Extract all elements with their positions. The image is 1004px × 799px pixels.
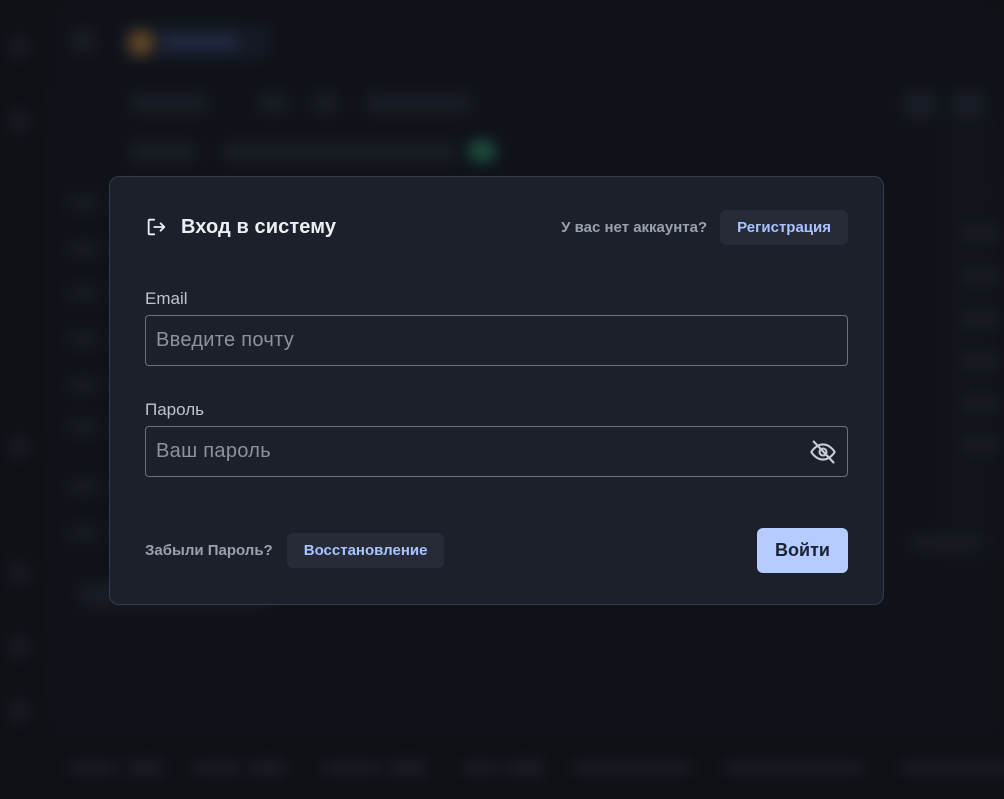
login-icon xyxy=(147,218,166,236)
login-modal: Вход в систему У вас нет аккаунта? Регис… xyxy=(109,176,884,605)
register-group: У вас нет аккаунта? Регистрация xyxy=(561,209,848,245)
toggle-password-visibility-button[interactable] xyxy=(809,438,837,466)
password-input[interactable] xyxy=(146,427,847,476)
login-submit-button[interactable]: Войти xyxy=(757,527,848,573)
no-account-text: У вас нет аккаунта? xyxy=(561,218,708,236)
modal-header: Вход в систему У вас нет аккаунта? Регис… xyxy=(145,209,848,245)
restore-password-button[interactable]: Восстановление xyxy=(286,532,445,568)
password-field-wrapper xyxy=(145,426,848,477)
modal-footer: Забыли Пароль? Восстановление Войти xyxy=(145,527,848,573)
eye-off-icon xyxy=(810,440,836,464)
password-label: Пароль xyxy=(145,400,204,419)
email-field-wrapper xyxy=(145,315,848,366)
email-input[interactable] xyxy=(146,316,847,365)
modal-title: Вход в систему xyxy=(181,215,337,238)
register-button[interactable]: Регистрация xyxy=(720,209,848,245)
forgot-password-text: Забыли Пароль? xyxy=(145,541,273,559)
title-group: Вход в систему xyxy=(145,216,336,239)
email-label: Email xyxy=(145,289,188,308)
forgot-group: Забыли Пароль? Восстановление xyxy=(145,532,445,568)
